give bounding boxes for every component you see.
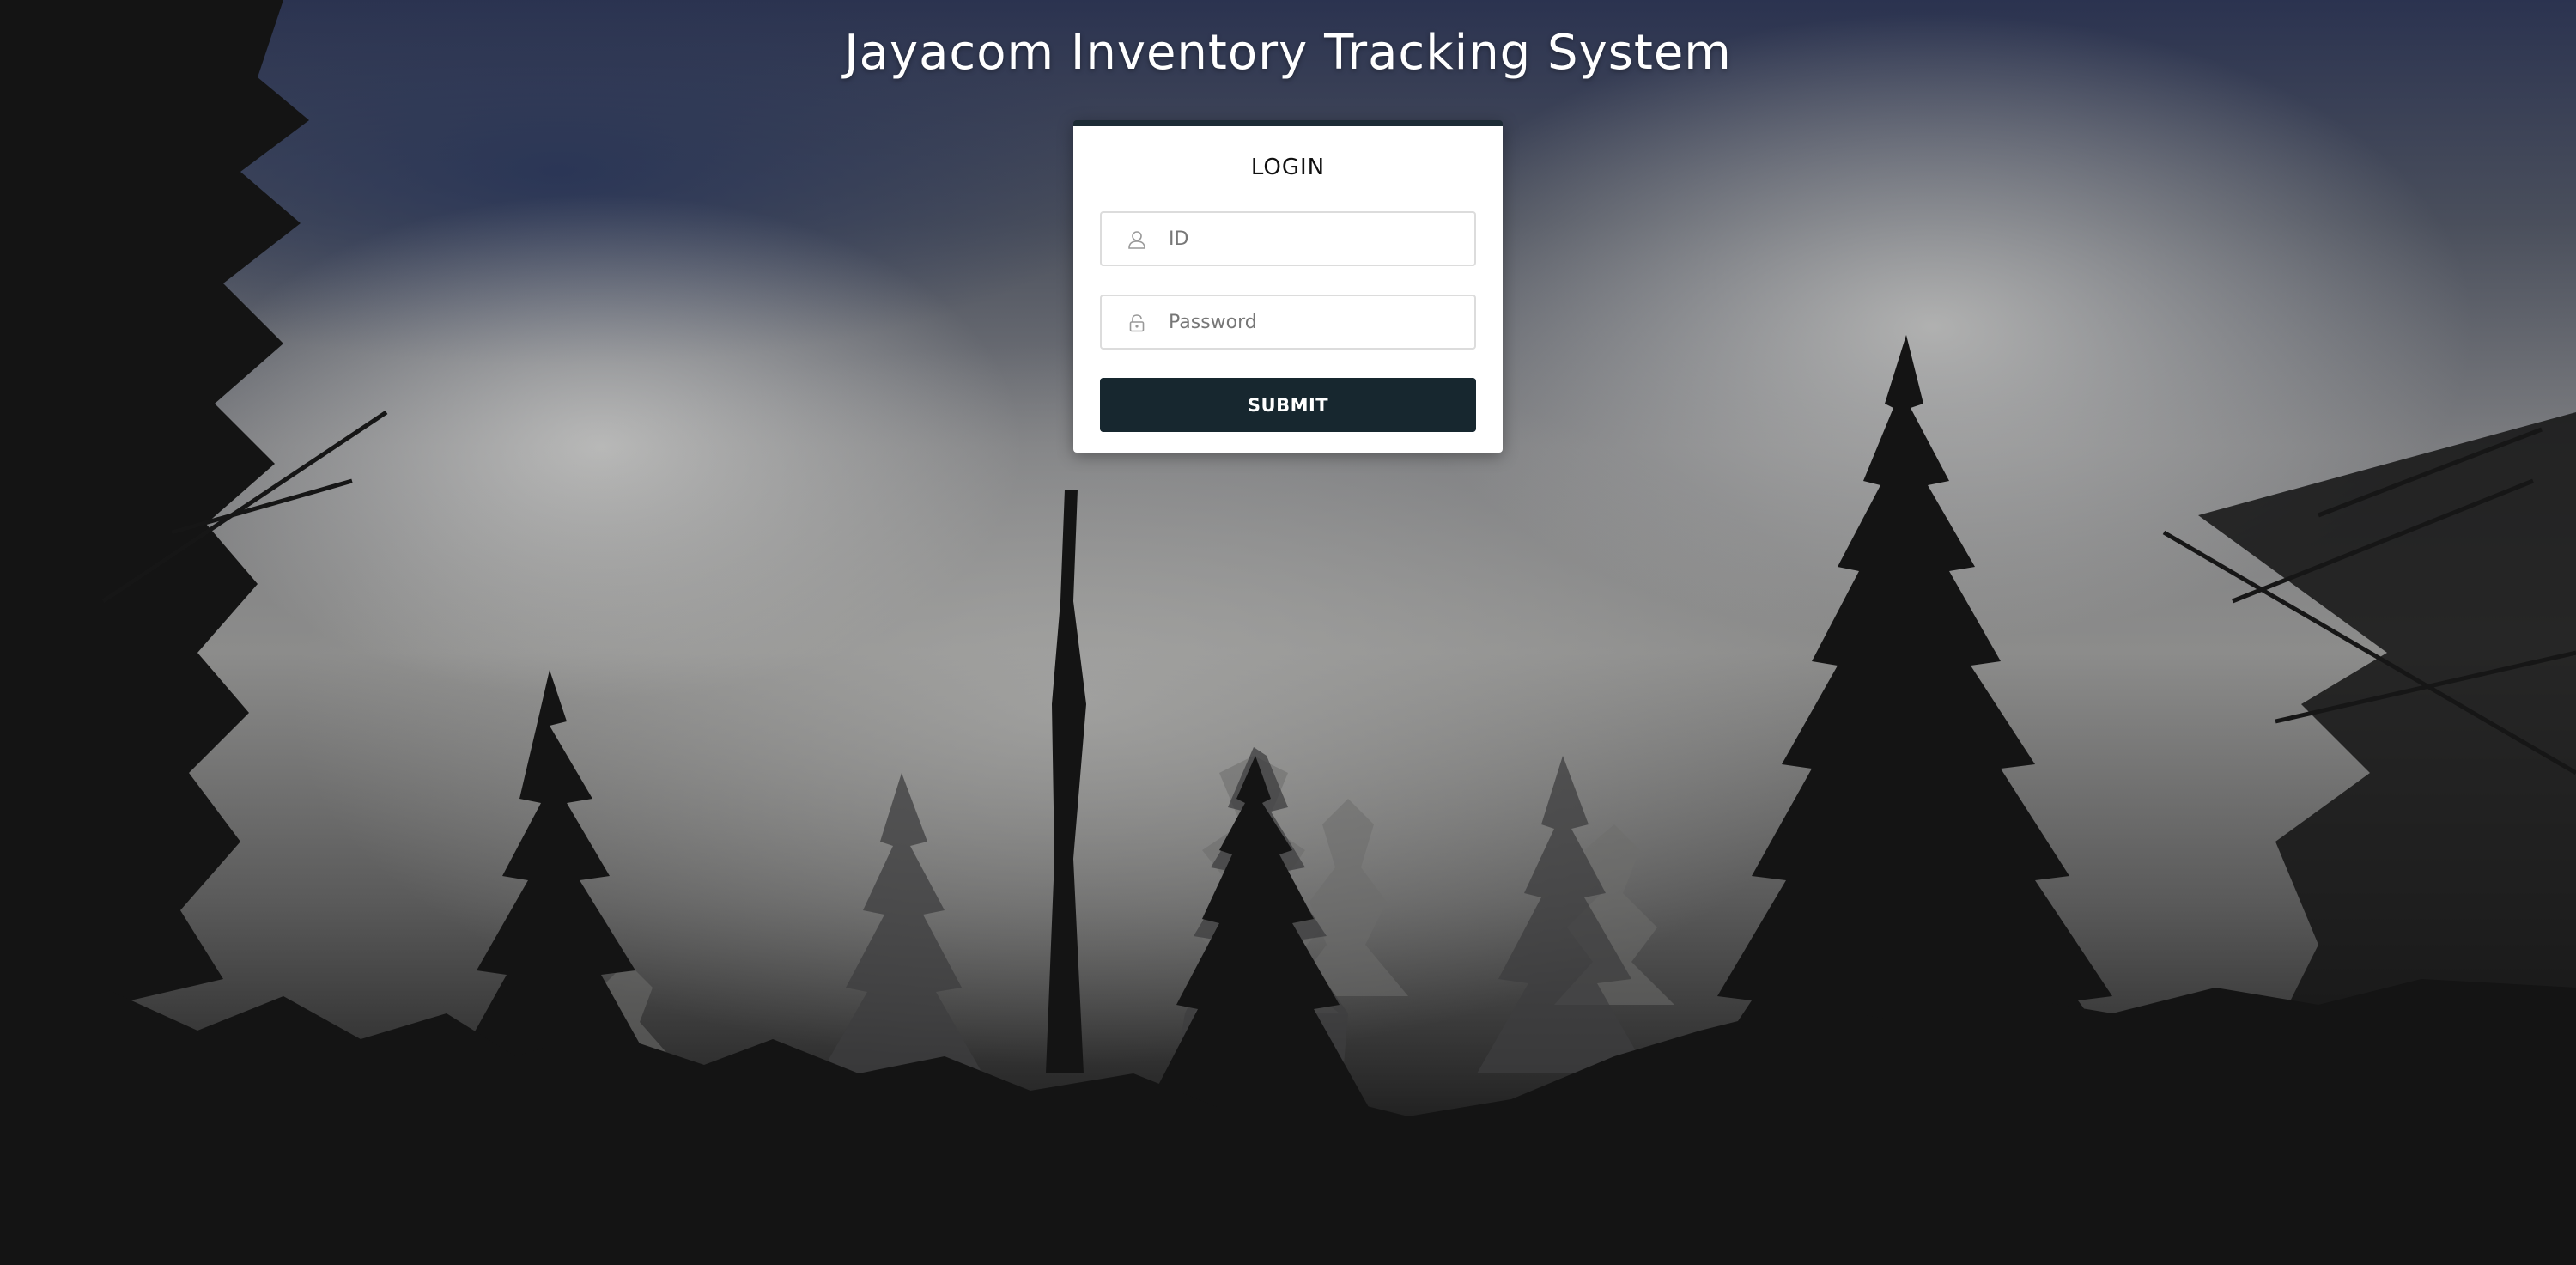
id-field[interactable] (1100, 211, 1476, 266)
lock-icon (1127, 313, 1146, 332)
submit-button[interactable]: SUBMIT (1100, 378, 1476, 432)
password-input[interactable] (1169, 296, 1461, 348)
id-input[interactable] (1169, 213, 1461, 265)
login-heading: LOGIN (1250, 155, 1326, 180)
user-icon (1127, 230, 1146, 249)
password-field[interactable] (1100, 295, 1476, 350)
login-card: LOGIN SUBMIT (1073, 120, 1503, 453)
page-title: Jayacom Inventory Tracking System (844, 25, 1732, 81)
